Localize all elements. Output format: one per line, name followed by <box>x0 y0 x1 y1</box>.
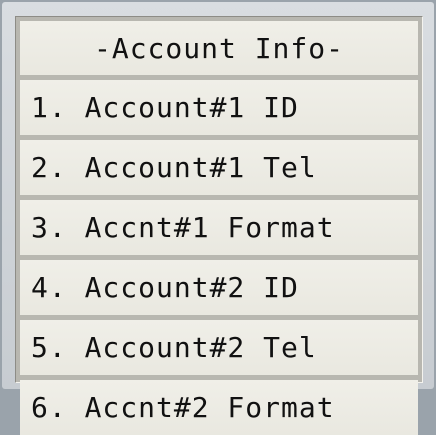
menu-item-account2-format[interactable]: 6. Accnt#2 Format <box>20 380 418 435</box>
menu-item-account1-id[interactable]: 1. Account#1 ID <box>20 80 418 135</box>
menu-item-account2-id[interactable]: 4. Account#2 ID <box>20 260 418 315</box>
menu-item-account2-tel[interactable]: 5. Account#2 Tel <box>20 320 418 375</box>
menu-window: -Account Info- 1. Account#1 ID 2. Accoun… <box>2 2 434 435</box>
menu-list: -Account Info- 1. Account#1 ID 2. Accoun… <box>20 21 418 435</box>
menu-item-account1-tel[interactable]: 2. Account#1 Tel <box>20 140 418 195</box>
account-info-menu: -Account Info- 1. Account#1 ID 2. Accoun… <box>15 16 423 435</box>
menu-title: -Account Info- <box>20 21 418 75</box>
menu-item-account1-format[interactable]: 3. Accnt#1 Format <box>20 200 418 255</box>
